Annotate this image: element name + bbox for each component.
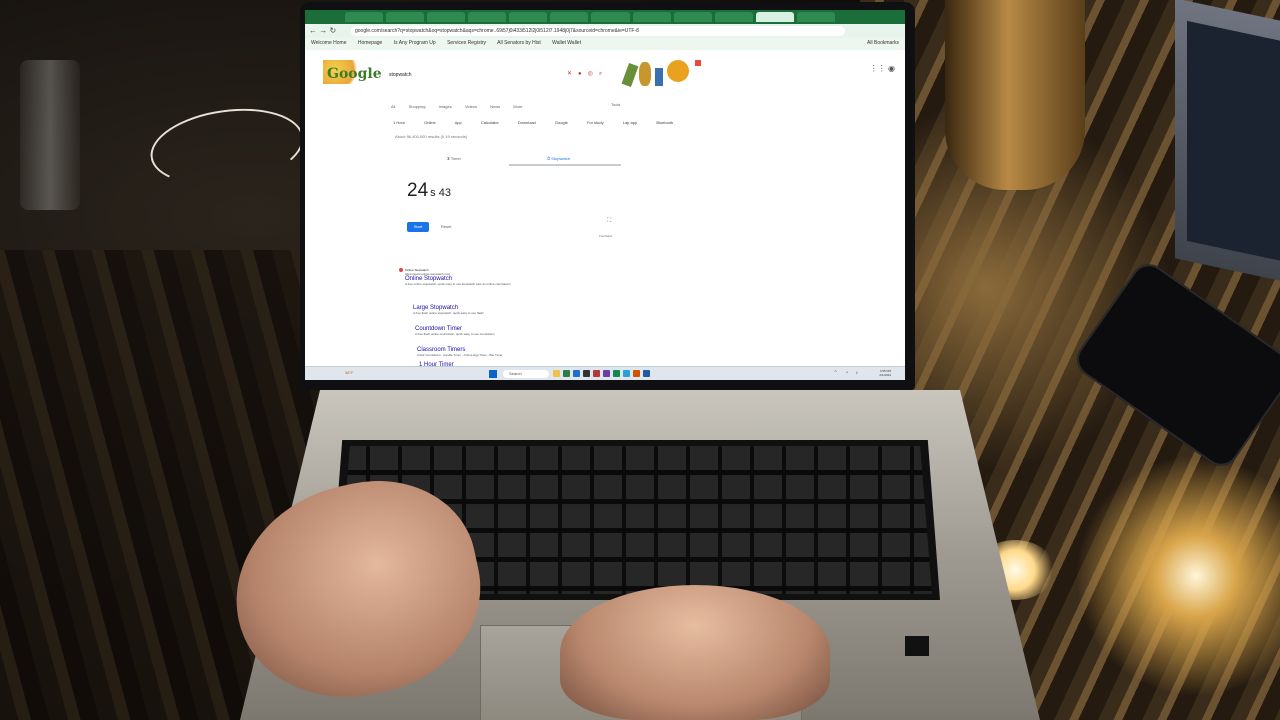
forward-icon[interactable]: → xyxy=(319,26,327,35)
result-snippet: A free online stopwatch, quick easy to u… xyxy=(405,282,511,286)
chip[interactable]: Online xyxy=(424,120,436,125)
browser-tab[interactable] xyxy=(427,12,466,22)
stopwatch-display: 24 s 43 xyxy=(407,180,451,202)
sitelink-snippet: A free flash online countdown, quick eas… xyxy=(415,332,495,336)
windows-start-icon[interactable] xyxy=(489,370,497,378)
browser-tab-active[interactable] xyxy=(755,12,794,22)
browser-tab[interactable] xyxy=(796,12,835,22)
bookmark-item[interactable]: Services Registry xyxy=(447,40,486,46)
search-results-page: Google stopwatch ✕●◎⌕ ⋮⋮ ◉ All Shopping … xyxy=(305,50,905,368)
clock-date: 2/1/2024 xyxy=(879,373,891,377)
bookmark-item[interactable]: Homepage xyxy=(358,40,382,46)
file-explorer-icon[interactable] xyxy=(553,370,560,377)
right-hand xyxy=(560,585,830,720)
reload-icon[interactable]: ↻ xyxy=(329,26,336,35)
windows-taskbar: 38°F Search ⌃ ◔ ♪ 4:55 PM 2/1/2024 xyxy=(305,366,905,380)
browser-tab[interactable] xyxy=(509,12,548,22)
result-stats: About 96,400,000 results (0.19 seconds) xyxy=(395,134,468,139)
chip[interactable]: Calculator xyxy=(481,120,499,125)
app-icon[interactable] xyxy=(593,370,600,377)
search-icon[interactable]: ⌕ xyxy=(599,71,608,77)
google-logo[interactable]: Google xyxy=(327,66,382,82)
chip[interactable]: For study xyxy=(587,120,604,125)
timer-widget-tabs: ⧗ Timer ⏱ Stopwatch xyxy=(435,156,755,166)
taskbar-clock[interactable]: 4:55 PM 2/1/2024 xyxy=(879,369,891,377)
second-laptop xyxy=(1175,0,1280,282)
brass-vase xyxy=(945,0,1085,190)
all-bookmarks-link[interactable]: All Bookmarks xyxy=(867,40,899,46)
doodle-illustration xyxy=(621,58,705,88)
address-bar[interactable]: google.com/search?q=stopwatch&oq=stopwat… xyxy=(351,26,845,36)
fullscreen-icon[interactable]: ⛶ xyxy=(607,218,611,225)
feedback-link[interactable]: Feedback xyxy=(599,234,612,238)
browser-tab[interactable] xyxy=(591,12,630,22)
clear-icon[interactable]: ✕ xyxy=(567,71,578,77)
sitelink-snippet: Clock Countdown - Candle Timer - Online … xyxy=(417,353,503,357)
weather-widget[interactable]: 38°F xyxy=(345,370,354,375)
system-tray-icons[interactable]: ⌃ ◔ ♪ xyxy=(834,370,862,376)
app-icon[interactable] xyxy=(603,370,610,377)
tools-button[interactable]: Tools xyxy=(611,102,620,107)
reset-button[interactable]: Reset xyxy=(441,224,451,229)
back-icon[interactable]: ← xyxy=(309,26,317,35)
nav-buttons: ← → ↻ xyxy=(309,26,336,35)
vscode-icon[interactable] xyxy=(643,370,650,377)
browser-tab[interactable] xyxy=(386,12,425,22)
tab-images[interactable]: Images xyxy=(439,104,452,109)
bookmark-item[interactable]: Wallet Wallet xyxy=(552,40,581,46)
chip[interactable]: Bluetooth xyxy=(656,120,673,125)
browser-tab[interactable] xyxy=(550,12,589,22)
bookmark-item[interactable]: Is Any Program Up xyxy=(394,40,436,46)
tab-timer[interactable]: ⧗ Timer xyxy=(447,156,461,161)
chrome-icon[interactable] xyxy=(563,370,570,377)
active-tab-indicator xyxy=(509,164,621,166)
taskbar-apps xyxy=(553,370,650,377)
stopwatch-seconds: 24 xyxy=(407,180,429,201)
tab-more[interactable]: More xyxy=(513,104,522,109)
app-icon[interactable] xyxy=(583,370,590,377)
browser-tab[interactable] xyxy=(345,12,384,22)
sitelink: Countdown Timer A free flash online coun… xyxy=(415,326,715,336)
search-result: Online Stopwatch https://www.online-stop… xyxy=(399,268,705,286)
refinement-chips: 1 Hour Online App Calculator Download Go… xyxy=(393,120,691,125)
tab-all[interactable]: All xyxy=(391,104,395,109)
browser-tab[interactable] xyxy=(468,12,507,22)
edge-icon[interactable] xyxy=(573,370,580,377)
taskbar-search[interactable]: Search xyxy=(503,370,549,378)
tab-stopwatch[interactable]: ⏱ Stopwatch xyxy=(547,156,570,161)
app-icon[interactable] xyxy=(613,370,620,377)
chip[interactable]: 1 Hour xyxy=(393,120,405,125)
app-icon[interactable] xyxy=(633,370,640,377)
sitelink-snippet: A free flash online stopwatch, quick eas… xyxy=(413,311,485,315)
browser-tab[interactable] xyxy=(714,12,753,22)
chip[interactable]: Google xyxy=(555,120,568,125)
chip[interactable]: App xyxy=(455,120,462,125)
browser-tab[interactable] xyxy=(673,12,712,22)
tab-news[interactable]: News xyxy=(490,104,500,109)
photo-scene: ← → ↻ google.com/search?q=stopwatch&oq=s… xyxy=(0,0,1280,720)
mic-icon[interactable]: ● xyxy=(578,71,588,77)
apps-grid-icon[interactable]: ⋮⋮ ◉ xyxy=(870,64,895,73)
bookmark-item[interactable]: All Senators by Hist xyxy=(497,40,541,46)
stopwatch-fraction: s 43 xyxy=(430,187,451,199)
chip[interactable]: Download xyxy=(518,120,536,125)
lens-icon[interactable]: ◎ xyxy=(588,71,599,77)
tab-videos[interactable]: Videos xyxy=(465,104,477,109)
search-box-icons: ✕●◎⌕ xyxy=(567,70,608,78)
address-row: ← → ↻ google.com/search?q=stopwatch&oq=s… xyxy=(305,24,905,38)
chip[interactable]: Lap app xyxy=(623,120,637,125)
glass-bottle xyxy=(20,60,80,210)
fingerprint-sensor xyxy=(905,636,929,656)
search-type-tabs: All Shopping Images Videos News More xyxy=(391,104,534,109)
start-button[interactable]: Start xyxy=(407,222,429,232)
app-icon[interactable] xyxy=(623,370,630,377)
bookmark-item[interactable]: Welcome Home xyxy=(311,40,346,46)
sitelink: Large Stopwatch A free flash online stop… xyxy=(413,305,713,315)
browser-tab-strip xyxy=(305,10,905,24)
site-favicon-icon xyxy=(399,268,403,272)
laptop-screen: ← → ↻ google.com/search?q=stopwatch&oq=s… xyxy=(305,10,905,380)
tab-shopping[interactable]: Shopping xyxy=(409,104,426,109)
sitelink: Classroom Timers Clock Countdown - Candl… xyxy=(417,347,717,357)
browser-tab[interactable] xyxy=(632,12,671,22)
